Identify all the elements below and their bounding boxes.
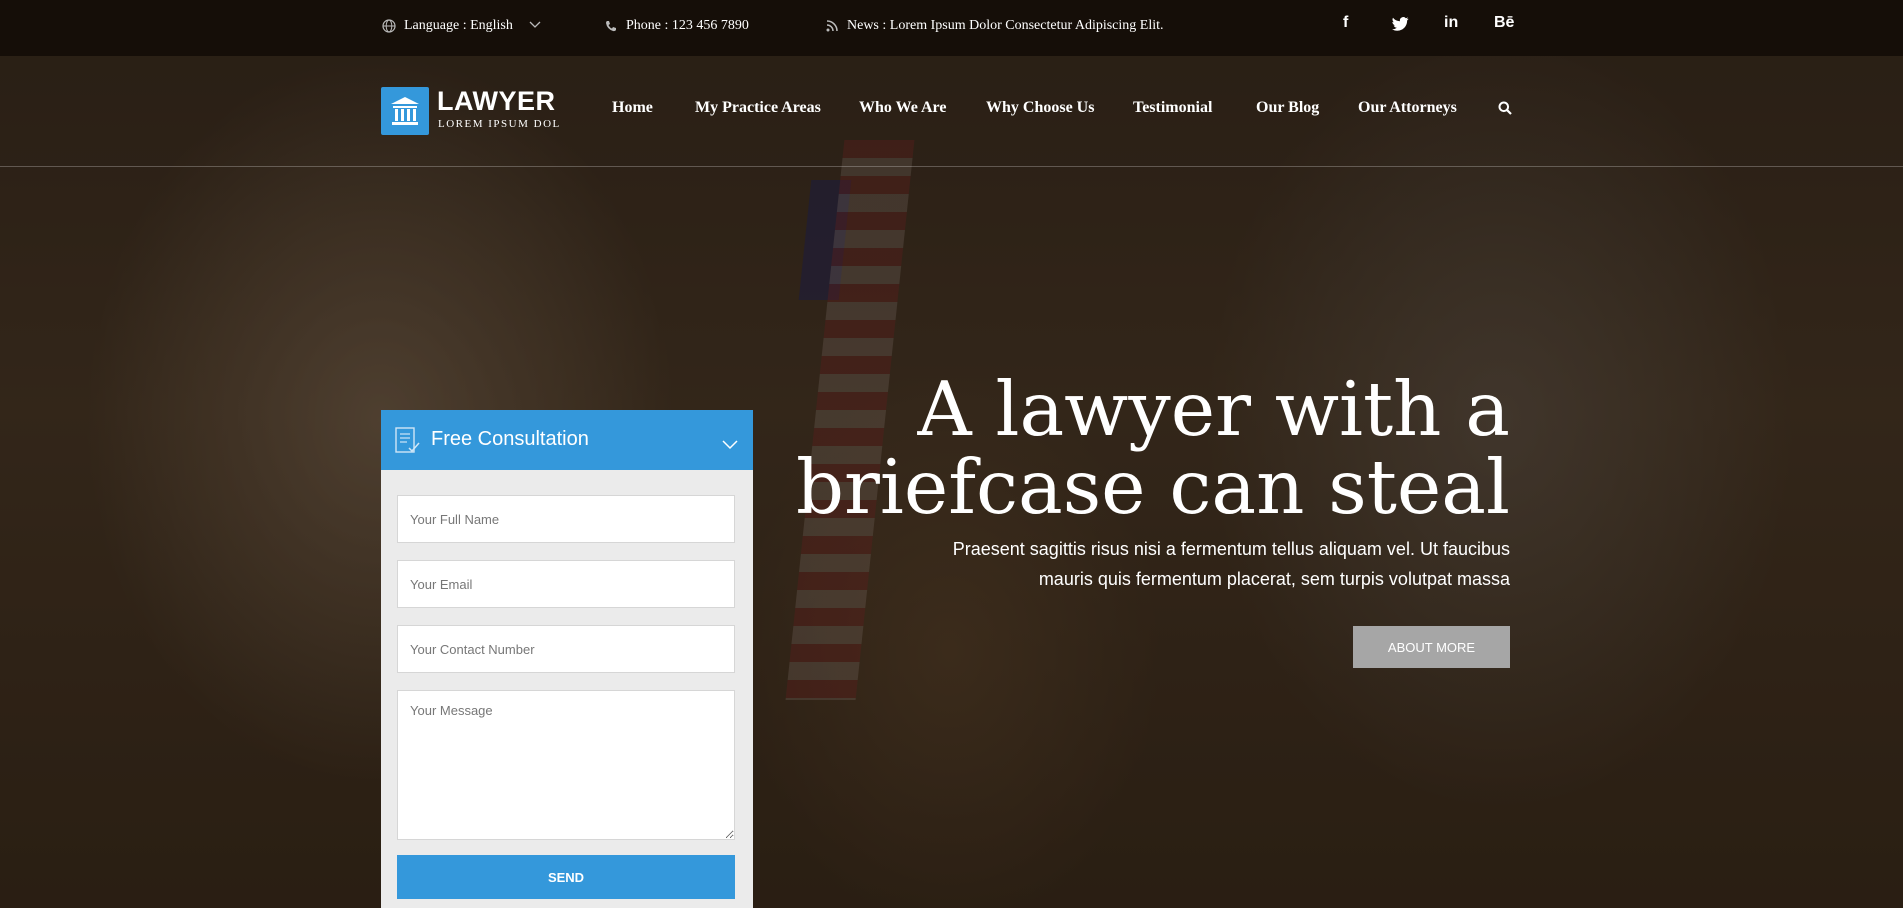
globe-icon — [382, 19, 396, 33]
logo-subtitle: LOREM IPSUM DOL — [438, 118, 561, 130]
nav-why-choose-us[interactable]: Why Choose Us — [986, 99, 1094, 117]
contact-number-input[interactable] — [397, 625, 735, 673]
phone-text: Phone : 123 456 7890 — [626, 18, 749, 33]
nav-home[interactable]: Home — [612, 99, 653, 117]
form-title: Free Consultation — [431, 428, 589, 450]
hero-title-line-1: A lawyer with a — [917, 365, 1510, 453]
rss-icon — [825, 19, 839, 33]
chevron-down-icon[interactable] — [722, 437, 738, 455]
phone-info: Phone : 123 456 7890 — [604, 18, 749, 34]
hero-subtitle-line-1: Praesent sagittis risus nisi a fermentum… — [952, 539, 1510, 559]
courthouse-icon[interactable] — [381, 87, 429, 135]
language-selector[interactable]: Language : English — [382, 18, 541, 34]
nav-our-blog[interactable]: Our Blog — [1256, 99, 1319, 117]
linkedin-icon[interactable]: in — [1444, 14, 1458, 32]
email-input[interactable] — [397, 560, 735, 608]
message-textarea[interactable] — [397, 690, 735, 840]
top-bar: Language : English Phone : 123 456 7890 … — [0, 0, 1903, 56]
document-check-icon — [395, 427, 421, 460]
hero-title-line-2: briefcase can steal — [795, 443, 1510, 531]
behance-icon[interactable]: Bē — [1494, 14, 1514, 32]
language-label: Language : English — [404, 18, 513, 33]
search-icon[interactable] — [1498, 101, 1512, 120]
logo-title[interactable]: LAWYER — [437, 86, 556, 117]
consultation-form: Free Consultation SEND — [381, 410, 753, 908]
news-ticker: News : Lorem Ipsum Dolor Consectetur Adi… — [825, 18, 1164, 34]
hero-subtitle-line-2: mauris quis fermentum placerat, sem turp… — [1038, 569, 1510, 589]
nav-practice-areas[interactable]: My Practice Areas — [695, 99, 821, 117]
phone-icon — [604, 19, 618, 33]
about-more-button[interactable]: ABOUT MORE — [1353, 626, 1510, 668]
main-header: LAWYER LOREM IPSUM DOL Home My Practice … — [0, 56, 1903, 167]
full-name-input[interactable] — [397, 495, 735, 543]
nav-our-attorneys[interactable]: Our Attorneys — [1358, 99, 1457, 117]
twitter-icon[interactable] — [1392, 17, 1409, 36]
hero-title: A lawyer with a briefcase can steal — [750, 370, 1510, 526]
nav-who-we-are[interactable]: Who We Are — [859, 99, 946, 117]
hero-subtitle: Praesent sagittis risus nisi a fermentum… — [890, 534, 1510, 594]
nav-testimonial[interactable]: Testimonial — [1133, 99, 1212, 117]
news-text: News : Lorem Ipsum Dolor Consectetur Adi… — [847, 18, 1164, 33]
send-button[interactable]: SEND — [397, 855, 735, 899]
consultation-form-header[interactable]: Free Consultation — [381, 410, 753, 470]
facebook-icon[interactable]: f — [1343, 14, 1348, 32]
chevron-down-icon — [529, 18, 541, 34]
